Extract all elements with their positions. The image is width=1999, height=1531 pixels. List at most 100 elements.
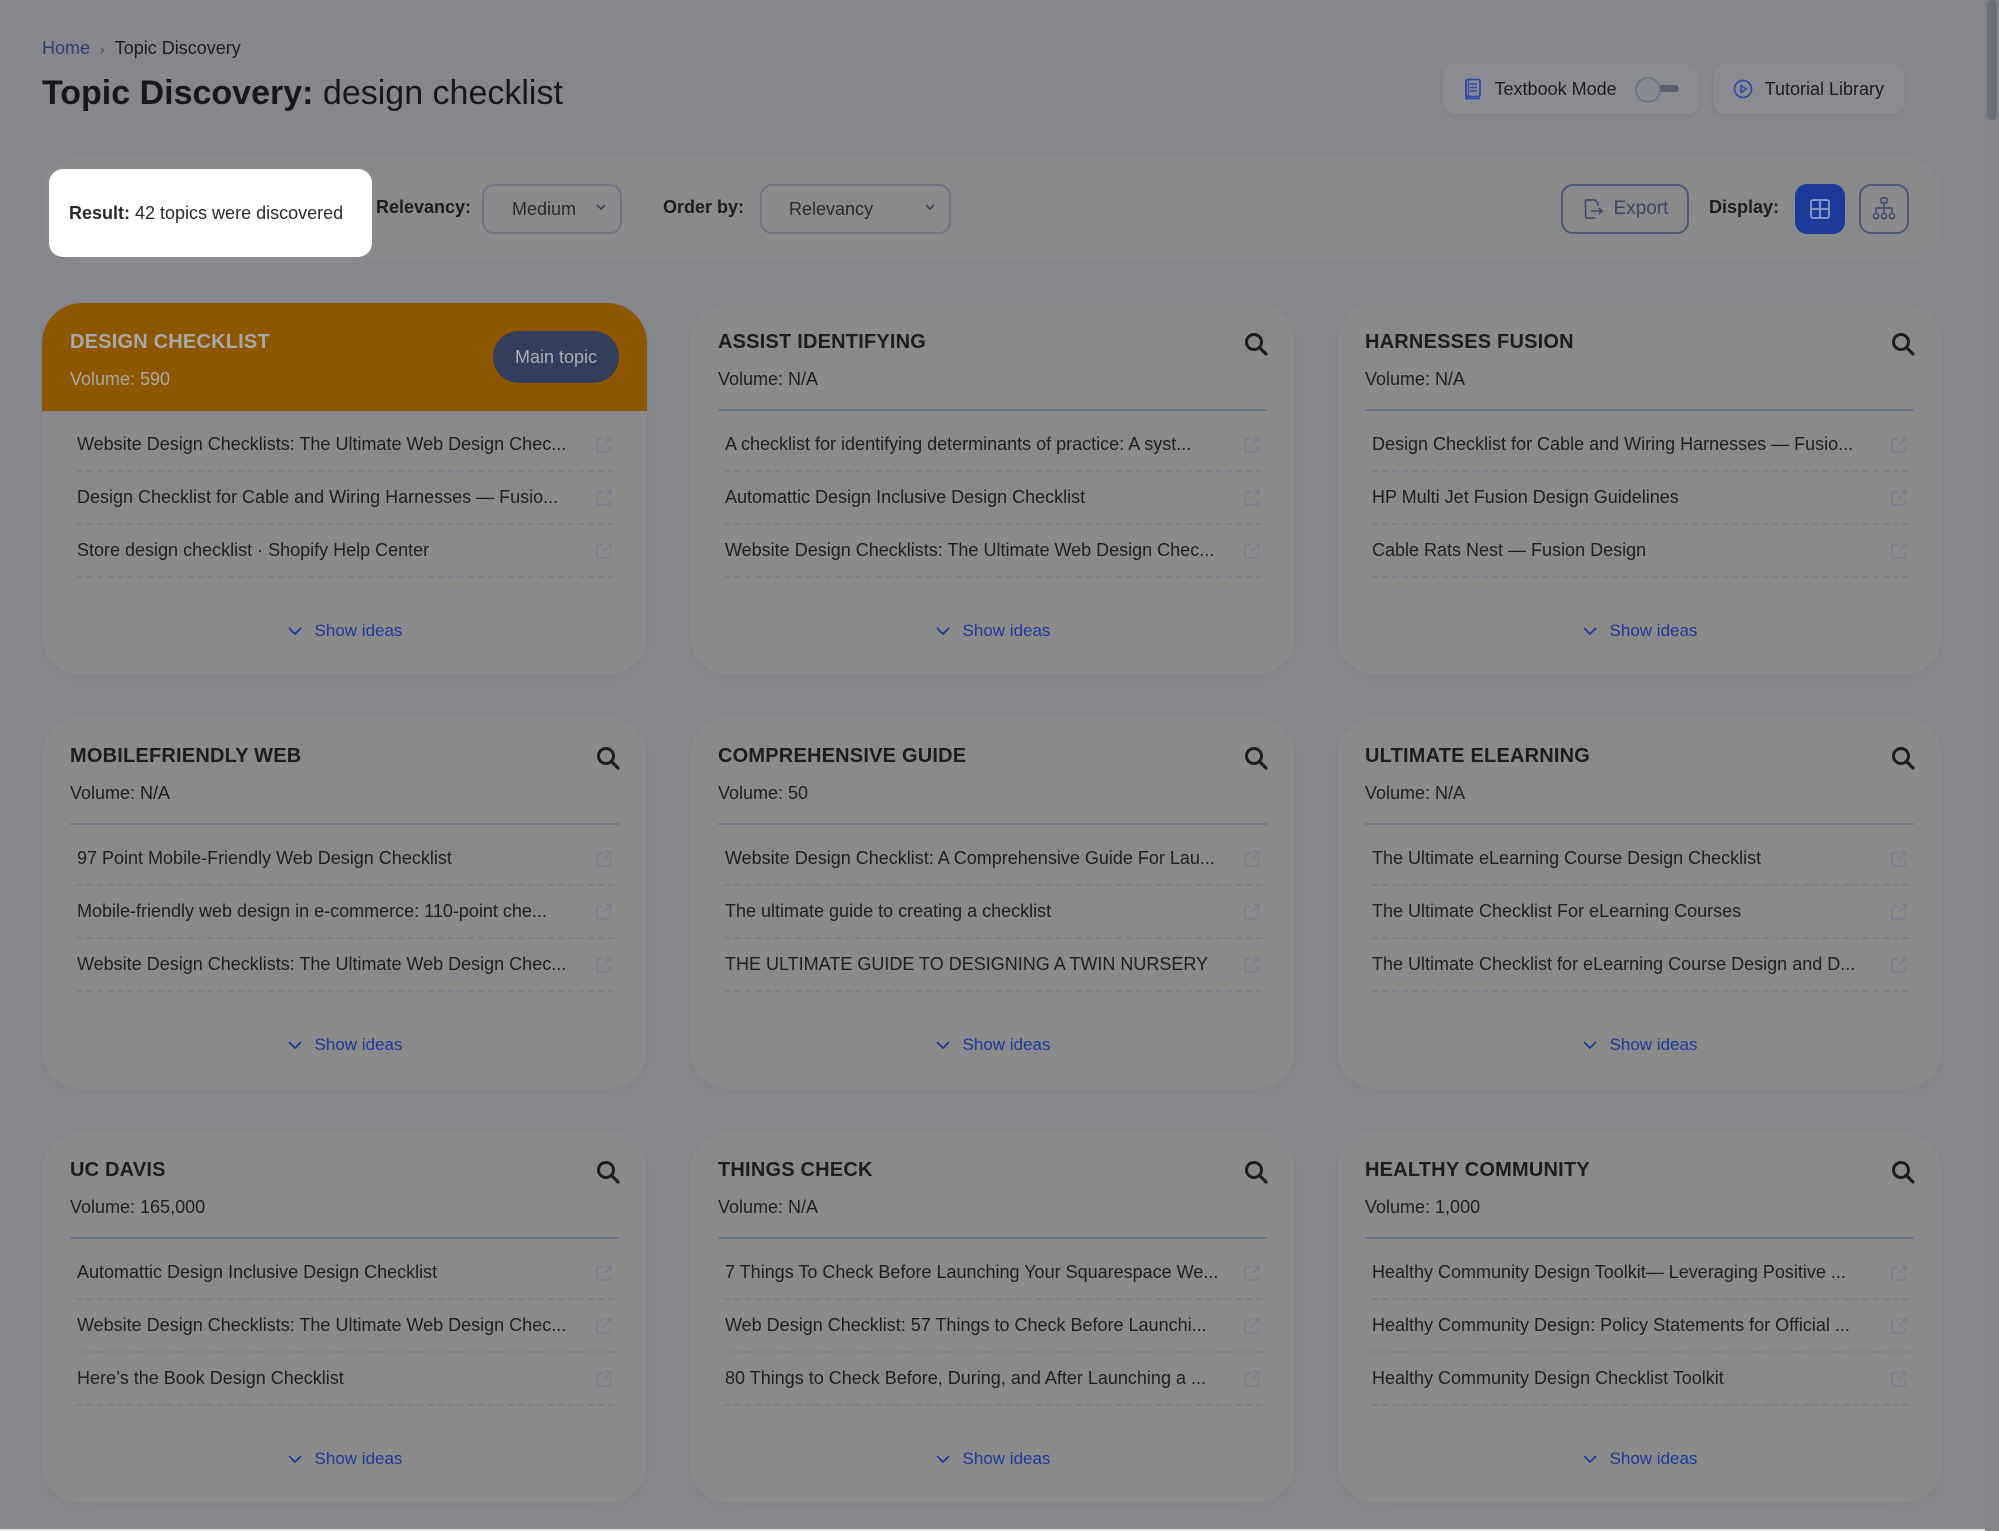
external-link-icon[interactable]	[594, 902, 614, 922]
chevron-down-icon	[1582, 1041, 1597, 1050]
scrollbar-thumb[interactable]	[1987, 0, 1997, 120]
article-link[interactable]: HP Multi Jet Fusion Design Guidelines	[1372, 472, 1909, 525]
topic-card-header: MOBILEFRIENDLY WEB Volume: N/A	[42, 717, 647, 825]
article-link[interactable]: 7 Things To Check Before Launching Your …	[725, 1247, 1262, 1300]
article-link[interactable]: 80 Things to Check Before, During, and A…	[725, 1353, 1262, 1406]
search-icon[interactable]	[1890, 1159, 1916, 1185]
search-icon[interactable]	[1243, 1159, 1269, 1185]
external-link-icon[interactable]	[594, 435, 614, 455]
show-ideas-button[interactable]: Show ideas	[42, 621, 647, 641]
show-ideas-button[interactable]: Show ideas	[42, 1035, 647, 1055]
external-link-icon[interactable]	[1889, 1369, 1909, 1389]
external-link-icon[interactable]	[1889, 1263, 1909, 1283]
external-link-icon[interactable]	[1889, 435, 1909, 455]
search-icon[interactable]	[1890, 331, 1916, 357]
external-link-icon[interactable]	[1889, 541, 1909, 561]
article-link[interactable]: Cable Rats Nest — Fusion Design	[1372, 525, 1909, 578]
relevancy-select[interactable]: Medium	[482, 184, 622, 234]
grid-view-button[interactable]	[1795, 184, 1845, 234]
article-link[interactable]: The Ultimate Checklist For eLearning Cou…	[1372, 886, 1909, 939]
external-link-icon[interactable]	[1242, 902, 1262, 922]
article-link[interactable]: A checklist for identifying determinants…	[725, 419, 1262, 472]
external-link-icon[interactable]	[594, 1369, 614, 1389]
header-divider	[1365, 823, 1914, 825]
article-link[interactable]: Healthy Community Design: Policy Stateme…	[1372, 1300, 1909, 1353]
article-link[interactable]: Website Design Checklists: The Ultimate …	[77, 1300, 614, 1353]
article-link[interactable]: Store design checklist · Shopify Help Ce…	[77, 525, 614, 578]
search-icon[interactable]	[1890, 745, 1916, 771]
breadcrumb-current: Topic Discovery	[114, 38, 241, 58]
topic-volume: Volume: 1,000	[1365, 1197, 1481, 1217]
topic-volume: Volume: 50	[718, 783, 809, 803]
show-ideas-button[interactable]: Show ideas	[1337, 1449, 1942, 1469]
main-topic-card: DESIGN CHECKLIST Volume: 590 Main topic W…	[42, 303, 647, 675]
article-link[interactable]: Healthy Community Design Checklist Toolk…	[1372, 1353, 1909, 1406]
external-link-icon[interactable]	[1242, 435, 1262, 455]
show-ideas-label: Show ideas	[1609, 1035, 1698, 1054]
article-title: Here’s the Book Design Checklist	[77, 1368, 344, 1388]
breadcrumb-home-link[interactable]: Home	[42, 38, 90, 59]
external-link-icon[interactable]	[1242, 1263, 1262, 1283]
article-link[interactable]: Website Design Checklists: The Ultimate …	[77, 939, 614, 992]
external-link-icon[interactable]	[594, 849, 614, 869]
external-link-icon[interactable]	[1242, 488, 1262, 508]
article-link[interactable]: Automattic Design Inclusive Design Check…	[725, 472, 1262, 525]
external-link-icon[interactable]	[1889, 1316, 1909, 1336]
show-ideas-button[interactable]: Show ideas	[1337, 621, 1942, 641]
article-link[interactable]: Website Design Checklist: A Comprehensiv…	[725, 833, 1262, 886]
article-link[interactable]: Web Design Checklist: 57 Things to Check…	[725, 1300, 1262, 1353]
chevron-down-icon	[935, 1041, 950, 1050]
article-link[interactable]: Design Checklist for Cable and Wiring Ha…	[77, 472, 614, 525]
external-link-icon[interactable]	[594, 488, 614, 508]
external-link-icon[interactable]	[1242, 1316, 1262, 1336]
external-link-icon[interactable]	[1889, 955, 1909, 975]
article-link[interactable]: Healthy Community Design Toolkit— Levera…	[1372, 1247, 1909, 1300]
article-link[interactable]: The Ultimate Checklist for eLearning Cou…	[1372, 939, 1909, 992]
search-icon[interactable]	[595, 1159, 621, 1185]
search-icon[interactable]	[1243, 745, 1269, 771]
show-ideas-button[interactable]: Show ideas	[690, 1449, 1295, 1469]
topic-title: DESIGN CHECKLIST	[70, 331, 270, 353]
article-link[interactable]: THE ULTIMATE GUIDE TO DESIGNING A TWIN N…	[725, 939, 1262, 992]
textbook-mode-toggle[interactable]	[1634, 77, 1679, 103]
show-ideas-button[interactable]: Show ideas	[690, 1035, 1295, 1055]
article-link[interactable]: Automattic Design Inclusive Design Check…	[77, 1247, 614, 1300]
external-link-icon[interactable]	[594, 955, 614, 975]
article-link[interactable]: Here’s the Book Design Checklist	[77, 1353, 614, 1406]
article-link[interactable]: The ultimate guide to creating a checkli…	[725, 886, 1262, 939]
article-title: The Ultimate Checklist For eLearning Cou…	[1372, 901, 1742, 921]
external-link-icon[interactable]	[1889, 849, 1909, 869]
external-link-icon[interactable]	[594, 1316, 614, 1336]
topic-card: COMPREHENSIVE GUIDE Volume: 50 Website D…	[690, 717, 1295, 1089]
external-link-icon[interactable]	[1242, 1369, 1262, 1389]
external-link-icon[interactable]	[1242, 955, 1262, 975]
export-button[interactable]: Export	[1561, 184, 1689, 234]
show-ideas-button[interactable]: Show ideas	[1337, 1035, 1942, 1055]
external-link-icon[interactable]	[594, 541, 614, 561]
tutorial-library-button[interactable]: Tutorial Library	[1712, 64, 1904, 114]
external-link-icon[interactable]	[1242, 541, 1262, 561]
external-link-icon[interactable]	[1889, 488, 1909, 508]
external-link-icon[interactable]	[594, 1263, 614, 1283]
article-title: Design Checklist for Cable and Wiring Ha…	[1372, 434, 1854, 454]
show-ideas-button[interactable]: Show ideas	[690, 621, 1295, 641]
topic-title: COMPREHENSIVE GUIDE	[718, 745, 967, 767]
external-link-icon[interactable]	[1242, 849, 1262, 869]
grid-icon	[1810, 199, 1830, 219]
search-icon[interactable]	[595, 745, 621, 771]
article-link[interactable]: Website Design Checklists: The Ultimate …	[77, 419, 614, 472]
article-link[interactable]: Website Design Checklists: The Ultimate …	[725, 525, 1262, 578]
article-link[interactable]: 97 Point Mobile-Friendly Web Design Chec…	[77, 833, 614, 886]
article-link[interactable]: Design Checklist for Cable and Wiring Ha…	[1372, 419, 1909, 472]
chevron-down-icon	[287, 1041, 302, 1050]
search-icon[interactable]	[1243, 331, 1269, 357]
show-ideas-button[interactable]: Show ideas	[42, 1449, 647, 1469]
breadcrumb: Home › Topic Discovery	[42, 38, 241, 59]
textbook-mode-control[interactable]: Textbook Mode	[1442, 64, 1699, 114]
article-link[interactable]: The Ultimate eLearning Course Design Che…	[1372, 833, 1909, 886]
order-by-select[interactable]: Relevancy	[760, 184, 951, 234]
external-link-icon[interactable]	[1889, 902, 1909, 922]
article-link[interactable]: Mobile-friendly web design in e-commerce…	[77, 886, 614, 939]
tree-view-button[interactable]	[1859, 184, 1909, 234]
scrollbar[interactable]	[1985, 0, 1999, 1531]
